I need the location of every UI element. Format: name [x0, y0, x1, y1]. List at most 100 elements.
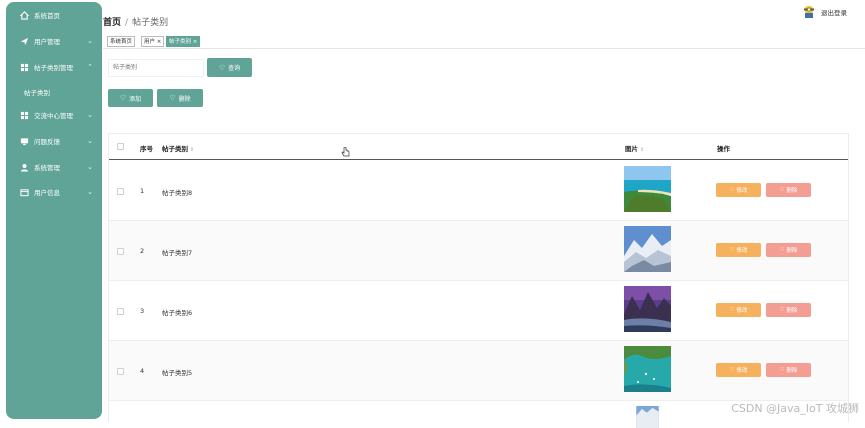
sidebar-item-feedback[interactable]: 问题反馈 ⌄	[6, 130, 102, 152]
sort-icon: ⇕	[640, 147, 644, 153]
search-button-label: 查询	[228, 63, 240, 72]
edit-button[interactable]: ♡ 修改	[716, 303, 761, 317]
breadcrumb: 首页 / 帖子类别	[103, 15, 168, 28]
chevron-down-icon: ⌄	[87, 111, 93, 119]
row-no: 4	[140, 367, 144, 375]
row-category: 帖子类别5	[162, 367, 192, 377]
heart-icon: ♡	[730, 307, 737, 313]
table-row: 3 帖子类别6 ♡ 修改 ♡ 删除	[109, 281, 848, 341]
edit-button[interactable]: ♡ 修改	[716, 183, 761, 197]
row-category: 帖子类别6	[162, 307, 192, 317]
sort-icon: ⇕	[190, 147, 194, 153]
table-row: 1 帖子类别8 ♡ 修改 ♡ 删除	[109, 161, 848, 221]
bay-photo	[624, 346, 671, 392]
delete-button[interactable]: ♡ 删除	[766, 243, 811, 257]
sidebar-item-label: 用户信息	[34, 187, 60, 197]
pointer-cursor	[341, 147, 350, 158]
delete-button-label: 删除	[786, 366, 797, 374]
heart-icon: ♡	[219, 64, 225, 72]
sidebar-item-label: 问题反馈	[34, 136, 60, 146]
breadcrumb-separator: /	[125, 18, 128, 28]
delete-button[interactable]: ♡ 删除	[766, 183, 811, 197]
heart-icon: ♡	[780, 367, 787, 373]
grid-icon	[20, 63, 29, 72]
delete-button-label: 删除	[786, 246, 797, 254]
edit-button-label: 修改	[736, 186, 747, 194]
delete-button[interactable]: ♡ 删除	[766, 363, 811, 377]
heart-icon: ♡	[730, 367, 737, 373]
column-header-image-label: 图片	[625, 145, 638, 153]
edit-button-label: 修改	[736, 366, 747, 374]
heart-icon: ♡	[120, 94, 126, 102]
sidebar-item-post-category[interactable]: 帖子类别管理 ⌃	[6, 56, 102, 78]
home-icon	[20, 11, 29, 20]
user-menu[interactable]: 退出登录	[803, 5, 847, 19]
row-category: 帖子类别8	[162, 187, 192, 197]
sidebar-item-exchange[interactable]: 交流中心管理 ⌄	[6, 104, 102, 126]
row-no: 1	[140, 187, 144, 195]
grid-icon	[20, 111, 29, 120]
column-header-image[interactable]: 图片⇕	[625, 143, 644, 153]
tag-home[interactable]: 系统首页	[107, 36, 135, 47]
delete-button[interactable]: ♡ 删除	[766, 303, 811, 317]
tag-users[interactable]: 用户 ×	[141, 36, 164, 47]
row-no: 2	[140, 247, 144, 255]
tags-bar: 系统首页 用户 × 帖子类别 ×	[103, 33, 865, 49]
column-header-actions: 操作	[717, 143, 730, 153]
send-icon	[20, 37, 29, 46]
user-icon	[20, 163, 29, 172]
select-all-checkbox[interactable]	[117, 143, 124, 150]
sidebar-item-label: 交流中心管理	[34, 110, 73, 120]
row-checkbox[interactable]	[117, 308, 124, 315]
column-header-no: 序号	[140, 143, 153, 153]
row-no: 3	[140, 307, 144, 315]
sidebar-item-label: 帖子类别管理	[34, 62, 73, 72]
chevron-up-icon: ⌃	[87, 63, 93, 71]
tag-post-category[interactable]: 帖子类别 ×	[166, 36, 200, 47]
sidebar-subitem-post-category[interactable]: 帖子类别	[24, 87, 50, 97]
column-header-category[interactable]: 帖子类别⇕	[162, 143, 194, 153]
chevron-down-icon: ⌄	[87, 137, 93, 145]
sidebar-item-users[interactable]: 用户管理 ⌄	[6, 30, 102, 52]
heart-icon: ♡	[730, 247, 737, 253]
add-button[interactable]: ♡添加	[108, 89, 153, 107]
logout-link[interactable]: 退出登录	[821, 7, 847, 17]
watermark: CSDN @Java_IoT 攻城狮	[731, 400, 859, 416]
row-category: 帖子类别7	[162, 247, 192, 257]
heart-icon: ♡	[780, 247, 787, 253]
breadcrumb-current: 帖子类别	[132, 18, 168, 28]
heart-icon: ♡	[780, 307, 787, 313]
delete-button-label: 删除	[786, 306, 797, 314]
table-header: 序号 帖子类别⇕ 图片⇕ 操作	[109, 134, 848, 160]
heart-icon: ♡	[780, 187, 787, 193]
sidebar-item-user-info[interactable]: 用户信息 ⌄	[6, 181, 102, 203]
table-row: 4 帖子类别5 ♡ 修改 ♡ 删除	[109, 341, 848, 401]
row-checkbox[interactable]	[117, 368, 124, 375]
search-input[interactable]	[108, 59, 204, 77]
sidebar-item-system[interactable]: 系统管理 ⌄	[6, 156, 102, 178]
sidebar-item-home[interactable]: 系统首页	[6, 4, 102, 26]
edit-button-label: 修改	[736, 246, 747, 254]
batch-delete-button[interactable]: ♡删除	[157, 89, 203, 107]
card-icon	[20, 188, 29, 197]
search-button[interactable]: ♡查询	[207, 58, 252, 77]
heart-icon: ♡	[730, 187, 737, 193]
beach-photo	[624, 166, 671, 212]
avatar	[803, 5, 815, 19]
edit-button[interactable]: ♡ 修改	[716, 243, 761, 257]
row-checkbox[interactable]	[117, 248, 124, 255]
row-checkbox[interactable]	[117, 188, 124, 195]
heart-icon: ♡	[169, 94, 175, 102]
edit-button-label: 修改	[736, 306, 747, 314]
chevron-down-icon: ⌄	[87, 188, 93, 196]
chevron-down-icon: ⌄	[87, 37, 93, 45]
monitor-icon	[20, 137, 29, 146]
sidebar-item-label: 系统首页	[34, 10, 60, 20]
table-row: 2 帖子类别7 ♡ 修改 ♡ 删除	[109, 221, 848, 281]
sidebar-item-label: 系统管理	[34, 162, 60, 172]
edit-button[interactable]: ♡ 修改	[716, 363, 761, 377]
breadcrumb-home[interactable]: 首页	[103, 18, 121, 28]
column-header-category-label: 帖子类别	[162, 145, 188, 153]
data-table: 序号 帖子类别⇕ 图片⇕ 操作 1 帖子类别8 ♡ 修改 ♡ 删除 2 帖子类别…	[108, 133, 849, 422]
sidebar-item-label: 用户管理	[34, 36, 60, 46]
